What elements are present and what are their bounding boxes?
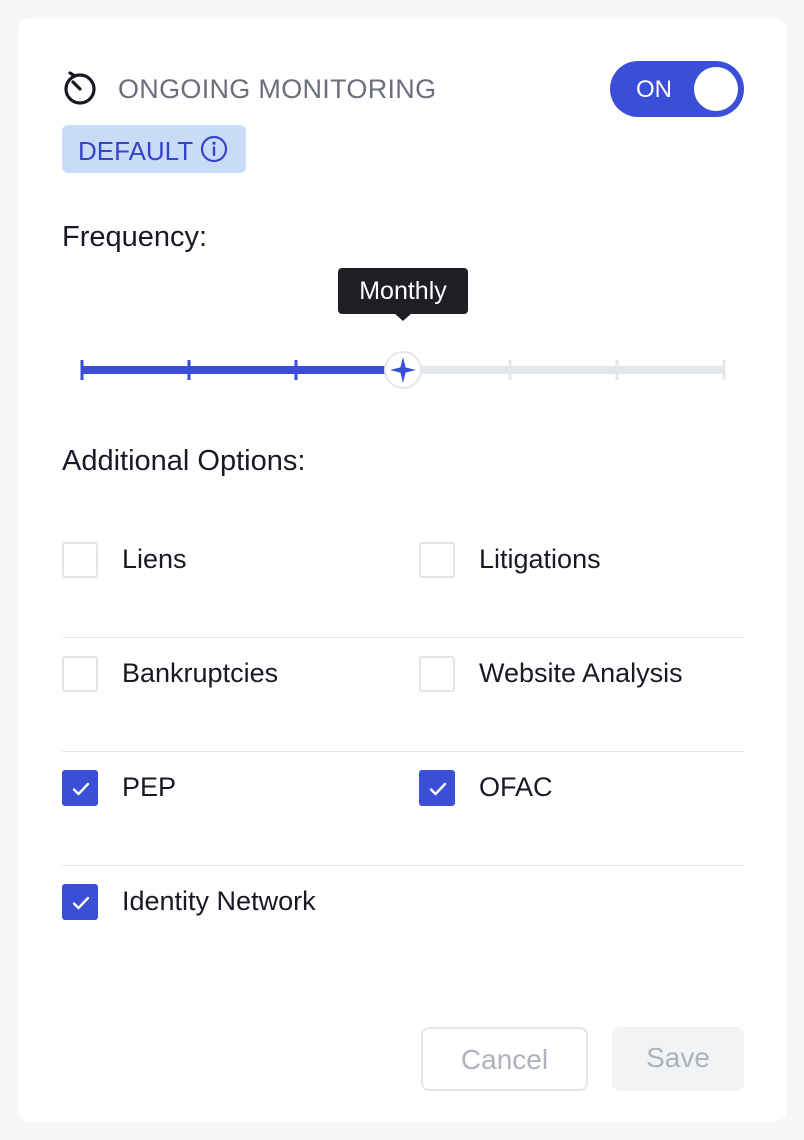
badge-label: DEFAULT bbox=[78, 136, 194, 166]
toggle-knob bbox=[694, 67, 738, 111]
checkbox[interactable] bbox=[419, 542, 455, 578]
checkbox[interactable] bbox=[419, 656, 455, 692]
save-button[interactable]: Save bbox=[612, 1027, 744, 1091]
option-label: Website Analysis bbox=[479, 658, 683, 688]
option-label: OFAC bbox=[479, 772, 553, 802]
info-icon[interactable] bbox=[200, 135, 228, 163]
options-grid: Liens Litigations Bankruptcies Website Anal… bbox=[62, 524, 744, 980]
frequency-label: Frequency: bbox=[62, 221, 208, 253]
checkbox[interactable] bbox=[62, 656, 98, 692]
monitoring-toggle[interactable]: ON bbox=[610, 61, 744, 117]
options-row: Liens Litigations bbox=[62, 524, 744, 638]
checkbox[interactable] bbox=[62, 770, 98, 806]
options-row: Bankruptcies Website Analysis bbox=[62, 638, 744, 752]
option-label: Liens bbox=[122, 544, 187, 574]
check-icon bbox=[429, 782, 447, 796]
monitoring-header: ONGOING MONITORING ON bbox=[62, 54, 744, 118]
option-label: Identity Network bbox=[122, 886, 316, 916]
options-row: Identity Network bbox=[62, 866, 744, 980]
frequency-slider[interactable] bbox=[78, 328, 728, 398]
option-label: Bankruptcies bbox=[122, 658, 279, 688]
checkbox[interactable] bbox=[419, 770, 455, 806]
frequency-tooltip: Monthly bbox=[338, 268, 468, 321]
checkbox[interactable] bbox=[62, 884, 98, 920]
cancel-button[interactable]: Cancel bbox=[421, 1027, 588, 1091]
section-title: ONGOING MONITORING bbox=[118, 74, 437, 104]
check-icon bbox=[72, 782, 90, 796]
timer-icon bbox=[64, 71, 96, 105]
checkbox[interactable] bbox=[62, 542, 98, 578]
option-label: Litigations bbox=[479, 544, 601, 574]
options-row: PEP OFAC bbox=[62, 752, 744, 866]
option-label: PEP bbox=[122, 772, 177, 802]
toggle-label: ON bbox=[636, 76, 672, 103]
default-badge: DEFAULT bbox=[62, 125, 246, 173]
additional-options-label: Additional Options: bbox=[62, 445, 306, 477]
check-icon bbox=[72, 896, 90, 910]
monitoring-card: ONGOING MONITORING ON DEFAULT Frequency:… bbox=[18, 18, 787, 1122]
